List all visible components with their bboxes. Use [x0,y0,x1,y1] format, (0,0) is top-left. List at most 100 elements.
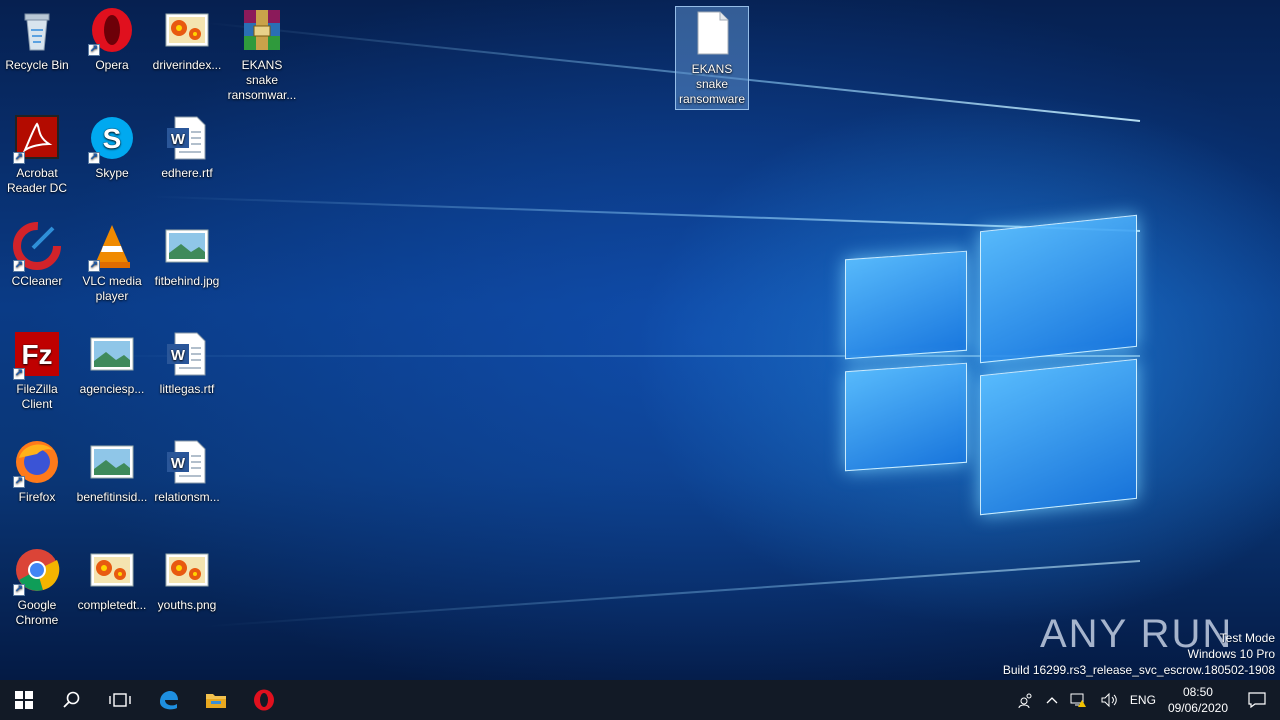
image-file-icon [163,546,211,594]
image-landscape-icon [88,438,136,486]
desktop-icon-label: relationsm... [154,490,220,504]
image-file-icon [163,6,211,54]
shortcut-arrow-icon: ↗ [13,584,25,596]
desktop-icon-label: FileZilla Client [16,382,58,411]
network-button[interactable] [1064,680,1094,720]
file-explorer-icon [206,694,226,708]
firefox-icon: ↗ [13,438,61,488]
desktop-icon-edhere[interactable]: W edhere.rtf [150,114,224,181]
desktop-icon-label: Google Chrome [15,598,59,627]
desktop-icon-driverindex[interactable]: driverindex... [150,6,224,73]
clock-time: 08:50 [1182,685,1213,699]
word-document-icon: W [163,330,211,378]
svg-text:W: W [171,131,186,148]
task-view-button[interactable] [96,680,144,720]
windows-logo-wallpaper [840,214,1140,516]
word-document-icon: W [163,438,211,486]
desktop-icon-label: VLC media player [82,274,142,303]
opera-icon: ↗ [88,6,136,56]
desktop-icon-label: littlegas.rtf [159,382,215,396]
shortcut-arrow-icon: ↗ [88,152,100,164]
desktop-icon-firefox[interactable]: ↗ Firefox [0,438,74,505]
acrobat-icon: ↗ [13,114,61,164]
clock-date: 09/06/2020 [1167,701,1228,715]
file-explorer-button[interactable] [192,680,240,720]
test-mode-watermark: Test Mode Windows 10 Pro Build 16299.rs3… [1003,630,1275,678]
volume-icon [1101,692,1117,708]
desktop-icon-completedt[interactable]: completedt... [75,546,149,613]
input-language[interactable]: ENG [1124,680,1162,720]
edge-icon [160,691,178,710]
desktop-icon-agenciesp[interactable]: agenciesp... [75,330,149,397]
desktop-icon-chrome[interactable]: ↗ Google Chrome [0,546,74,628]
start-icon [15,691,33,709]
shortcut-arrow-icon: ↗ [13,476,25,488]
desktop-icon-ccleaner[interactable]: ↗ CCleaner [0,222,74,289]
desktop-icon-benefitinsid[interactable]: benefitinsid... [75,438,149,505]
desktop-icon-relationsm[interactable]: W relationsm... [150,438,224,505]
svg-text:S: S [103,123,122,154]
desktop-icon-label: Recycle Bin [5,58,69,72]
skype-icon: S ↗ [88,114,136,164]
shortcut-arrow-icon: ↗ [88,260,100,272]
watermark-line: Test Mode [1219,631,1275,645]
wallpaper-beam [205,21,1141,122]
show-hidden-icons-button[interactable] [1040,680,1064,720]
desktop-icon-label: benefitinsid... [76,490,148,504]
desktop-icon-label: fitbehind.jpg [154,274,220,288]
opera-taskbar-button[interactable] [240,680,288,720]
search-icon [63,691,80,708]
desktop-icon-label: driverindex... [152,58,222,72]
desktop-icon-label: Skype [95,166,129,180]
desktop-icon-fitbehind[interactable]: fitbehind.jpg [150,222,224,289]
shortcut-arrow-icon: ↗ [13,260,25,272]
svg-text:W: W [171,347,186,364]
desktop-icon-ekans-archive[interactable]: EKANS snake ransomwar... [225,6,299,103]
recycle-bin-icon [13,6,61,54]
wallpaper-beam [202,560,1141,628]
desktop-icon-vlc[interactable]: ↗ VLC media player [75,222,149,304]
network-warning-icon [1070,693,1086,707]
desktop-icon-littlegas[interactable]: W littlegas.rtf [150,330,224,397]
taskbar: ENG 08:50 09/06/2020 [0,680,1280,720]
search-button[interactable] [48,680,96,720]
action-center-button[interactable] [1234,680,1280,720]
blank-file-icon [688,10,736,58]
chrome-icon: ↗ [13,546,61,596]
desktop-icon-label: youths.png [157,598,217,612]
desktop-icon-label: completedt... [77,598,147,612]
desktop[interactable]: Recycle Bin ↗ Acrobat Reader DC ↗ CClean… [0,0,1280,680]
system-tray: ENG 08:50 09/06/2020 [1012,680,1280,720]
clock[interactable]: 08:50 09/06/2020 [1162,680,1234,720]
people-button[interactable] [1012,680,1040,720]
svg-text:W: W [171,455,186,472]
desktop-icon-skype[interactable]: S ↗ Skype [75,114,149,181]
desktop-icon-filezilla[interactable]: Fz ↗ FileZilla Client [0,330,74,412]
image-landscape-icon [88,330,136,378]
edge-button[interactable] [144,680,192,720]
desktop-icon-ekans-file[interactable]: EKANS snake ransomware [675,6,749,110]
image-file-icon [88,546,136,594]
chevron-up-icon [1046,697,1058,704]
desktop-icon-label: edhere.rtf [161,166,213,180]
notification-icon [1248,692,1266,708]
desktop-icon-recycle-bin[interactable]: Recycle Bin [0,6,74,73]
winrar-icon [238,6,286,54]
ccleaner-icon: ↗ [13,222,61,272]
watermark-line: Windows 10 Pro [1187,647,1275,661]
desktop-icon-acrobat[interactable]: ↗ Acrobat Reader DC [0,114,74,196]
watermark-line: Build 16299.rs3_release_svc_escrow.18050… [1002,663,1275,677]
filezilla-icon: Fz ↗ [13,330,61,380]
vlc-icon: ↗ [88,222,136,272]
desktop-icon-opera[interactable]: ↗ Opera [75,6,149,73]
desktop-icon-label: Opera [95,58,129,72]
desktop-icon-label: CCleaner [11,274,63,288]
people-icon [1018,693,1032,708]
start-button[interactable] [0,680,48,720]
volume-button[interactable] [1094,680,1124,720]
desktop-icon-label: EKANS snake ransomwar... [227,58,297,102]
svg-text:Fz: Fz [21,339,52,370]
desktop-icon-label: agenciesp... [79,382,145,396]
desktop-icon-label: Firefox [18,490,56,504]
desktop-icon-youths[interactable]: youths.png [150,546,224,613]
